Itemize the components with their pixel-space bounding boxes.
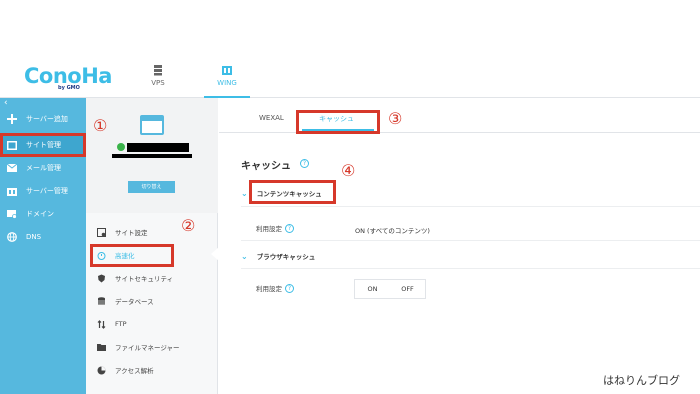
top-header: ConoHa by GMO VPS WING [0, 54, 700, 98]
menu-item-label: サイトセキュリティ [115, 275, 174, 283]
help-icon[interactable]: ? [285, 283, 294, 293]
menu-item-database[interactable]: データベース [86, 290, 218, 312]
piechart-icon [97, 366, 106, 375]
mail-icon [7, 163, 17, 173]
divider [241, 268, 700, 269]
window-icon [7, 140, 17, 150]
server-icon [7, 186, 17, 196]
page: ConoHa by GMO VPS WING ‹ サーバー追加 サイト管理 メー… [0, 0, 700, 394]
group-title: ブラウザキャッシュ [256, 253, 316, 261]
sidebar-item-label: サイト管理 [26, 141, 61, 149]
switch-button[interactable]: 切り替え [128, 181, 175, 193]
menu-item-label: データベース [115, 298, 154, 306]
menu-item-label: ファイルマネージャー [115, 344, 180, 352]
menu-item-security[interactable]: サイトセキュリティ [86, 267, 218, 289]
plus-icon [7, 114, 17, 124]
group-browser-cache[interactable]: ⌄ ブラウザキャッシュ [241, 251, 316, 262]
toggle-on-button[interactable]: ON [355, 280, 390, 298]
main-sidebar: ‹ サーバー追加 サイト管理 メール管理 サーバー管理 ドメイン DNS [0, 98, 86, 394]
tab-wing-label: WING [217, 79, 237, 87]
database-icon [97, 296, 106, 306]
highlight-box [90, 244, 174, 267]
help-icon[interactable]: ? [300, 159, 309, 168]
sidebar-item-add-server[interactable]: サーバー追加 [0, 108, 86, 130]
settings-icon [97, 227, 106, 237]
domain-icon [7, 209, 17, 219]
redacted-site-domain [112, 154, 192, 158]
tab-wing[interactable]: WING [204, 64, 250, 98]
watermark: はねりんブログ [603, 374, 680, 387]
globe-icon [7, 232, 17, 242]
transfer-icon [97, 319, 106, 329]
divider [241, 206, 700, 207]
section-title: キャッシュ [241, 161, 291, 172]
help-icon[interactable]: ? [285, 223, 294, 233]
menu-item-speedup[interactable]: 高速化 [86, 244, 218, 267]
row-label: 利用設定 [256, 285, 282, 293]
site-menu: 切り替え サイト設定 高速化 サイトセキュリティ データベース FTP ファイル… [86, 98, 218, 394]
sidebar-item-label: DNS [26, 233, 42, 241]
menu-item-label: サイト設定 [115, 229, 148, 237]
row-label: 利用設定 [256, 225, 282, 233]
tab-vps-label: VPS [151, 79, 165, 87]
sidebar-item-domain[interactable]: ドメイン [0, 203, 86, 225]
wing-icon [222, 66, 232, 75]
sidebar-item-label: サーバー管理 [26, 187, 68, 195]
collapse-chevron-icon[interactable]: ‹ [4, 98, 8, 108]
sidebar-item-label: ドメイン [26, 210, 54, 218]
browser-cache-setting-label: 利用設定 ? [256, 283, 294, 293]
chevron-down-icon: ⌄ [241, 188, 248, 198]
sidebar-item-label: メール管理 [26, 164, 61, 172]
content-cache-value: ON (すべてのコンテンツ) [355, 227, 430, 235]
redacted-site-name [127, 143, 189, 152]
cache-tabbar: WEXAL キャッシュ [219, 98, 700, 134]
menu-item-file-manager[interactable]: ファイルマネージャー [86, 336, 218, 358]
menu-item-label: FTP [115, 320, 127, 328]
menu-item-analytics[interactable]: アクセス解析 [86, 359, 218, 381]
tab-wexal[interactable]: WEXAL [259, 114, 284, 122]
sidebar-item-dns[interactable]: DNS [0, 226, 86, 248]
annotation-1: ① [93, 116, 108, 135]
annotation-3: ③ [388, 109, 403, 128]
menu-item-ftp[interactable]: FTP [86, 313, 218, 335]
sidebar-item-server[interactable]: サーバー管理 [0, 180, 86, 202]
divider [241, 240, 700, 241]
menu-item-site-settings[interactable]: サイト設定 [86, 221, 218, 243]
logo-sub: by GMO [58, 85, 80, 91]
site-status-dot [117, 143, 125, 151]
annotation-2: ② [181, 216, 196, 235]
site-window-icon [140, 115, 164, 135]
folder-icon [97, 343, 106, 352]
annotation-4: ④ [341, 161, 356, 180]
shield-icon [97, 274, 106, 283]
server-icon [154, 65, 162, 76]
menu-item-label: アクセス解析 [115, 367, 154, 375]
main-content: WEXAL キャッシュ キャッシュ ? ⌄ コンテンツキャッシュ 利用設定 ? … [219, 98, 700, 394]
sidebar-item-label: サーバー追加 [26, 115, 68, 123]
content-cache-setting-label: 利用設定 ? [256, 223, 294, 233]
tab-vps[interactable]: VPS [135, 64, 181, 87]
chevron-down-icon: ⌄ [241, 251, 248, 261]
browser-cache-toggle: ON OFF [354, 279, 426, 299]
toggle-off-button[interactable]: OFF [390, 280, 425, 298]
highlight-box [296, 110, 380, 134]
highlight-box [249, 180, 336, 204]
sidebar-item-site-management[interactable]: サイト管理 [0, 133, 86, 157]
sidebar-item-mail[interactable]: メール管理 [0, 157, 86, 179]
